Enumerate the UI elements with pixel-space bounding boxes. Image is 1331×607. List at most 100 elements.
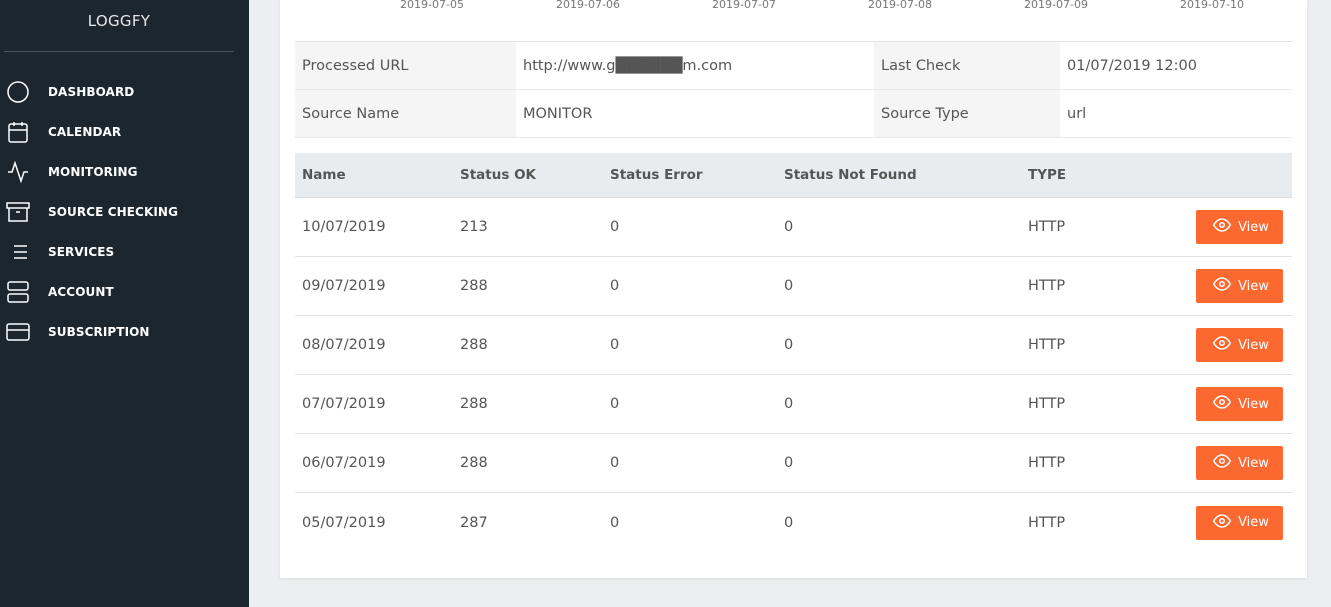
source-name-value: MONITOR	[523, 105, 593, 122]
cell-type: HTTP	[1028, 337, 1066, 353]
eye-icon	[1210, 216, 1238, 238]
cell-status-error: 0	[610, 396, 620, 412]
status-table: Name Status OK Status Error Status Not F…	[295, 153, 1292, 552]
view-button-label: View	[1238, 219, 1269, 235]
cell-status-error: 0	[610, 219, 620, 235]
sidebar-item-calendar[interactable]: CALENDAR	[0, 112, 249, 152]
view-button[interactable]: View	[1196, 505, 1283, 540]
view-button[interactable]: View	[1196, 387, 1283, 421]
cell-status-ok: 288	[460, 396, 488, 412]
table-row: 10/07/2019 213 0 0 HTTP View	[295, 198, 1292, 257]
eye-icon	[1210, 393, 1238, 415]
sidebar-item-source-checking[interactable]: SOURCE CHECKING	[0, 192, 249, 232]
view-button[interactable]: View	[1196, 210, 1283, 244]
table-body: 10/07/2019 213 0 0 HTTP View 09/07/2019 …	[295, 198, 1292, 552]
column-header-type: TYPE	[1028, 167, 1067, 183]
list-icon	[5, 240, 31, 264]
table-row: 08/07/2019 288 0 0 HTTP View	[295, 316, 1292, 375]
column-header-status-not-found: Status Not Found	[784, 167, 917, 183]
sidebar-item-label: SUBSCRIPTION	[48, 325, 150, 339]
cell-status-error: 0	[610, 278, 620, 294]
cell-type: HTTP	[1028, 396, 1066, 412]
sidebar: LOGGFY DASHBOARD CALENDAR MONITORING SOU…	[0, 0, 249, 607]
cell-status-ok: 288	[460, 337, 488, 353]
sidebar-item-services[interactable]: SERVICES	[0, 232, 249, 272]
archive-icon	[5, 200, 31, 224]
cell-status-not-found: 0	[784, 278, 794, 294]
cell-name: 10/07/2019	[302, 219, 386, 235]
chart-tick-label: 2019-07-05	[400, 0, 464, 11]
cell-type: HTTP	[1028, 278, 1066, 294]
cell-type: HTTP	[1028, 455, 1066, 471]
cell-type: HTTP	[1028, 514, 1066, 531]
cell-status-ok: 287	[460, 514, 488, 531]
cell-actions: View	[1189, 387, 1292, 421]
cell-status-not-found: 0	[784, 396, 794, 412]
chart-tick-label: 2019-07-07	[712, 0, 776, 11]
processed-url-label: Processed URL	[295, 42, 516, 89]
chart-tick-label: 2019-07-09	[1024, 0, 1088, 11]
cell-actions: View	[1189, 210, 1292, 244]
table-header: Name Status OK Status Error Status Not F…	[295, 153, 1292, 198]
cell-type: HTTP	[1028, 219, 1066, 235]
source-type-label: Source Type	[874, 90, 1060, 137]
column-header-status-error: Status Error	[610, 167, 703, 183]
circle-icon	[5, 80, 31, 104]
cell-name: 05/07/2019	[302, 514, 386, 531]
chart-x-axis-labels: 2019-07-05 2019-07-06 2019-07-07 2019-07…	[280, 0, 1307, 12]
cell-status-not-found: 0	[784, 219, 794, 235]
cell-status-ok: 213	[460, 219, 488, 235]
eye-icon	[1210, 275, 1238, 297]
view-button[interactable]: View	[1196, 446, 1283, 480]
brand-logo[interactable]: LOGGFY	[4, 10, 234, 52]
view-button-label: View	[1238, 337, 1269, 353]
cell-status-ok: 288	[460, 278, 488, 294]
sidebar-item-subscription[interactable]: SUBSCRIPTION	[0, 312, 249, 352]
chart-tick-label: 2019-07-06	[556, 0, 620, 11]
table-row: 09/07/2019 288 0 0 HTTP View	[295, 257, 1292, 316]
cell-actions: View	[1189, 446, 1292, 480]
activity-icon	[5, 160, 31, 184]
cell-status-ok: 288	[460, 455, 488, 471]
view-button-label: View	[1238, 278, 1269, 294]
column-header-status-ok: Status OK	[460, 167, 537, 183]
sidebar-item-label: MONITORING	[48, 165, 138, 179]
view-button[interactable]: View	[1196, 269, 1283, 303]
cell-name: 07/07/2019	[302, 396, 386, 412]
sidebar-item-label: ACCOUNT	[48, 285, 114, 299]
chart-tick-label: 2019-07-08	[868, 0, 932, 11]
cell-status-not-found: 0	[784, 337, 794, 353]
eye-icon	[1210, 334, 1238, 356]
sidebar-item-account[interactable]: ACCOUNT	[0, 272, 249, 312]
table-row: 06/07/2019 288 0 0 HTTP View	[295, 434, 1292, 493]
source-name-label: Source Name	[295, 90, 516, 137]
calendar-icon	[5, 120, 31, 144]
view-button-label: View	[1238, 515, 1269, 530]
view-button-label: View	[1238, 455, 1269, 471]
sidebar-item-label: CALENDAR	[48, 125, 122, 139]
sidebar-item-dashboard[interactable]: DASHBOARD	[0, 72, 249, 112]
info-row: Processed URL http://www.g██████m.com La…	[295, 42, 1292, 90]
cell-actions: View	[1189, 505, 1292, 540]
cell-status-not-found: 0	[784, 514, 794, 531]
cell-name: 09/07/2019	[302, 278, 386, 294]
eye-icon	[1210, 512, 1238, 534]
source-info-table: Processed URL http://www.g██████m.com La…	[295, 41, 1292, 138]
credit-card-icon	[5, 320, 31, 344]
processed-url-value: http://www.g██████m.com	[523, 57, 733, 74]
cell-status-error: 0	[610, 514, 620, 531]
table-row: 05/07/2019 287 0 0 HTTP View	[295, 493, 1292, 552]
sidebar-item-label: SERVICES	[48, 245, 115, 259]
last-check-label: Last Check	[874, 42, 1060, 89]
sidebar-nav: DASHBOARD CALENDAR MONITORING SOURCE CHE…	[0, 72, 249, 352]
column-header-name: Name	[302, 167, 346, 183]
main-card: 2019-07-05 2019-07-06 2019-07-07 2019-07…	[280, 0, 1307, 578]
sidebar-item-monitoring[interactable]: MONITORING	[0, 152, 249, 192]
eye-icon	[1210, 452, 1238, 474]
info-row: Source Name MONITOR Source Type url	[295, 90, 1292, 138]
chart-tick-label: 2019-07-10	[1180, 0, 1244, 11]
view-button[interactable]: View	[1196, 328, 1283, 362]
view-button-label: View	[1238, 396, 1269, 412]
sidebar-item-label: DASHBOARD	[48, 85, 135, 99]
cell-status-error: 0	[610, 337, 620, 353]
